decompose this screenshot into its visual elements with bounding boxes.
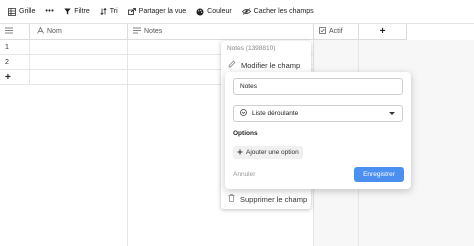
row-number: 1	[0, 40, 30, 55]
table-cell	[30, 70, 128, 85]
field-name-input[interactable]: Notes	[233, 78, 403, 95]
options-heading: Options	[233, 130, 258, 137]
add-option-label: Ajouter une option	[246, 149, 299, 156]
eye-slash-icon	[241, 8, 251, 15]
text-field-icon	[37, 26, 44, 36]
field-name-value: Notes	[240, 83, 257, 90]
dropdown-type-icon	[240, 109, 247, 118]
filter-label: Filtre	[74, 8, 90, 15]
long-text-icon	[133, 27, 141, 36]
trash-icon	[228, 194, 235, 204]
chevron-down-icon	[389, 112, 395, 115]
pencil-icon	[228, 60, 236, 70]
plus-icon	[237, 149, 243, 157]
column-divider	[127, 40, 128, 246]
edit-field-label: Modifier le champ	[241, 60, 301, 70]
add-option-button[interactable]: Ajouter une option	[233, 146, 303, 159]
column-label-name: Nom	[47, 28, 62, 35]
field-type-select[interactable]: Liste déroulante	[233, 105, 403, 122]
sort-button[interactable]: Tri	[100, 8, 118, 15]
hide-fields-label: Cacher les champs	[253, 8, 314, 15]
delete-field-menu-item[interactable]: Supprimer le champ	[228, 194, 307, 204]
palette-icon	[196, 8, 204, 16]
row-number: 2	[0, 55, 30, 70]
share-icon	[127, 8, 136, 15]
column-label-notes: Notes	[144, 28, 163, 35]
hide-fields-button[interactable]: Cacher les champs	[241, 8, 314, 15]
row-selector-header[interactable]	[0, 24, 30, 40]
sort-label: Tri	[109, 8, 118, 15]
checkbox-field-icon	[319, 27, 326, 36]
field-type-value: Liste déroulante	[252, 110, 299, 117]
cancel-button[interactable]: Annuler	[233, 171, 255, 178]
field-menu-title: Notes (1398810)	[227, 45, 276, 52]
list-icon	[5, 27, 13, 36]
save-button[interactable]: Enregistrer	[354, 167, 404, 182]
column-label-active: Actif	[329, 28, 343, 35]
more-button[interactable]: •••	[45, 8, 54, 15]
grid-view-button[interactable]: Grille	[8, 7, 36, 16]
grid-icon	[8, 7, 16, 16]
share-label: Partager la vue	[138, 8, 187, 15]
color-label: Couleur	[207, 8, 232, 15]
color-button[interactable]: Couleur	[196, 8, 232, 16]
table-cell[interactable]	[30, 55, 128, 70]
table-cell[interactable]	[30, 40, 128, 55]
delete-field-label: Supprimer le champ	[240, 194, 308, 204]
filter-icon	[64, 8, 71, 15]
column-header-active[interactable]: Actif	[314, 24, 359, 40]
column-header-notes[interactable]: Notes	[128, 24, 314, 40]
add-row-button[interactable]: +	[0, 70, 30, 85]
column-header-name[interactable]: Nom	[30, 24, 128, 40]
sort-icon	[100, 8, 107, 15]
filter-button[interactable]: Filtre	[64, 8, 90, 15]
view-toolbar: Grille ••• Filtre Tri Partager la vue Co…	[0, 0, 474, 24]
edit-field-menu-item[interactable]: Modifier le champ	[228, 60, 300, 70]
share-view-button[interactable]: Partager la vue	[127, 8, 187, 15]
add-column-button[interactable]: +	[359, 24, 407, 40]
edit-field-panel: Notes Liste déroulante Options Ajouter u…	[225, 72, 411, 189]
grid-view-label: Grille	[19, 8, 36, 15]
